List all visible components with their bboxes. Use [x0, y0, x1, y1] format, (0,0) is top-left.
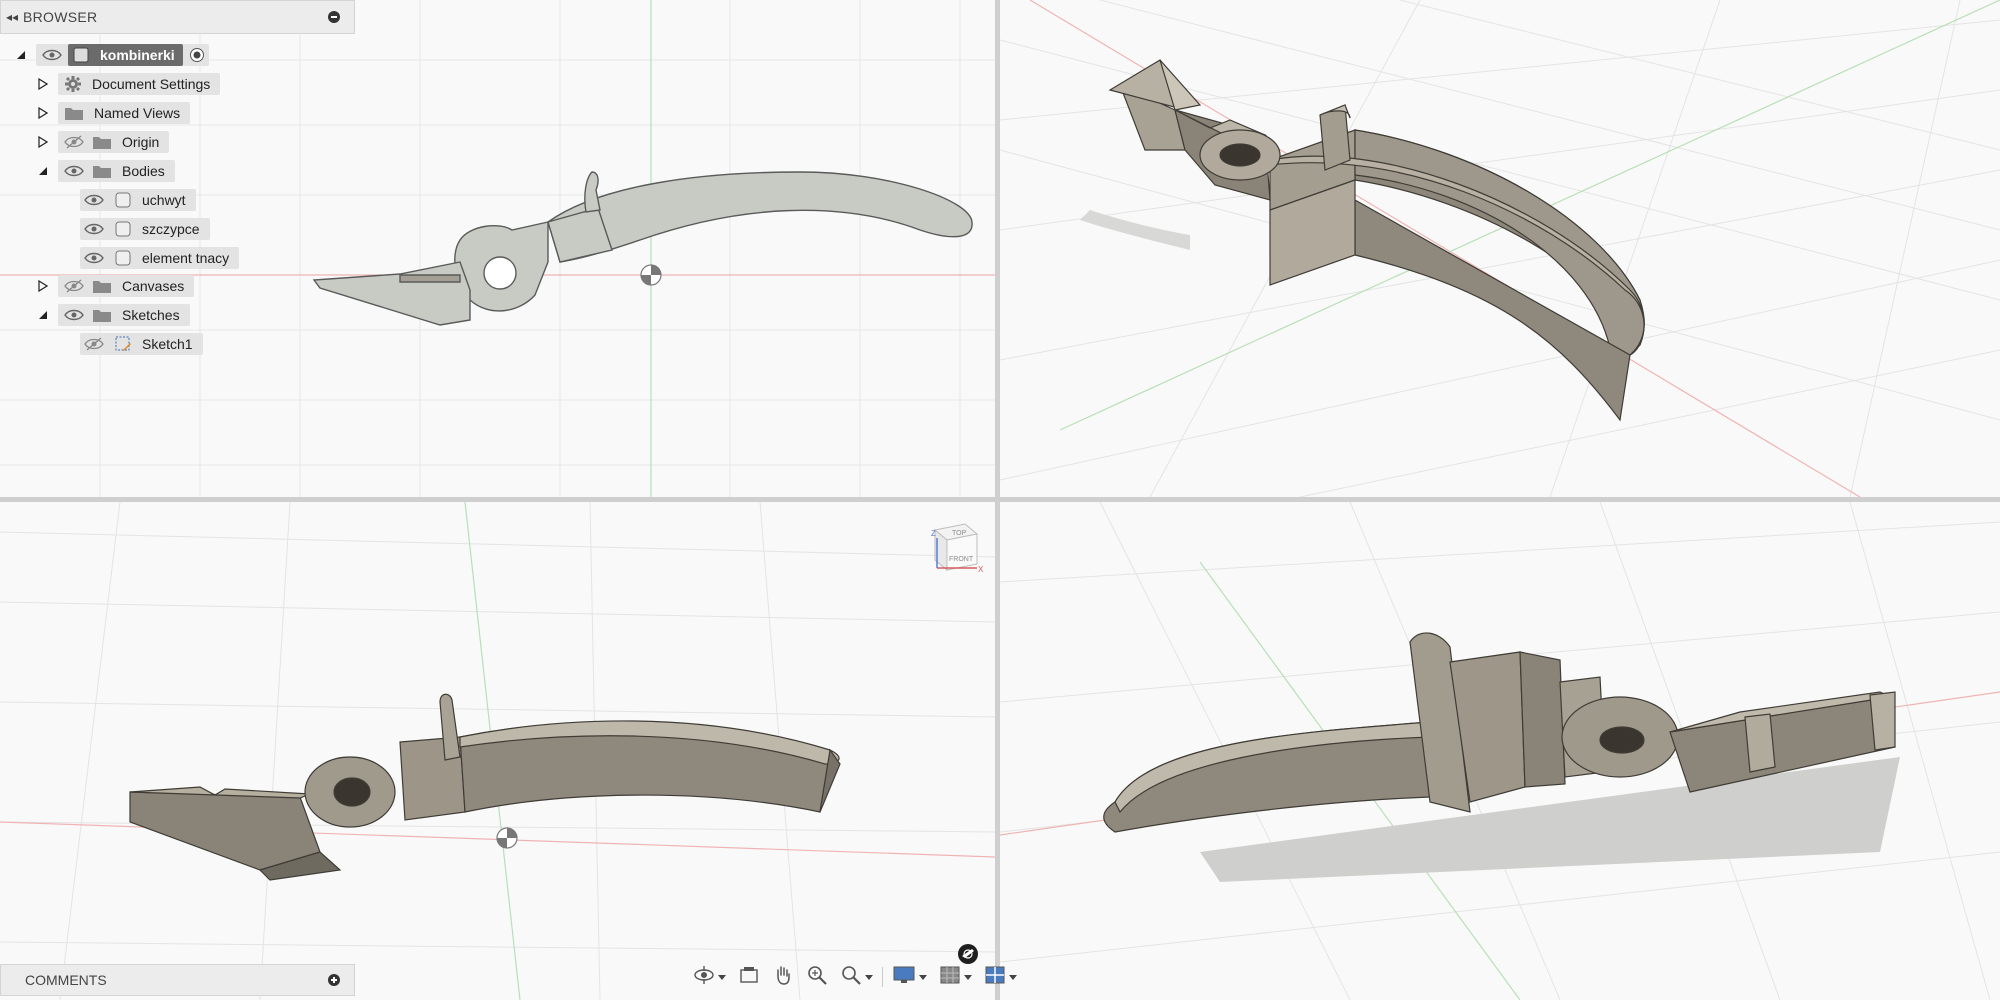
look-at-icon — [738, 964, 760, 991]
fit-icon — [840, 964, 862, 991]
expanded-triangle-icon[interactable] — [14, 48, 28, 62]
navigation-toolbar — [690, 961, 1020, 993]
tree-item-label: Named Views — [94, 105, 181, 121]
tree-item-label: Sketches — [122, 307, 180, 323]
expanded-triangle-icon[interactable] — [36, 308, 50, 322]
expanded-triangle-icon[interactable] — [36, 164, 50, 178]
look-at-button[interactable] — [735, 963, 763, 991]
visibility-eye-icon[interactable] — [84, 194, 104, 206]
folder-icon — [92, 134, 112, 150]
tree-item-sketch1[interactable]: Sketch1 — [80, 333, 203, 355]
minimize-browser-button[interactable] — [328, 11, 340, 23]
tree-item-document-settings[interactable]: Document Settings — [36, 73, 221, 95]
collapsed-triangle-icon[interactable] — [36, 279, 50, 293]
orbit-icon — [693, 964, 715, 991]
visibility-eye-icon[interactable] — [64, 165, 84, 177]
viewports-icon — [984, 964, 1006, 991]
origin-marker — [496, 827, 518, 849]
model-perspective-left — [129, 693, 841, 881]
activate-radio-icon[interactable] — [189, 47, 205, 63]
body-icon — [114, 249, 132, 267]
visibility-eye-icon[interactable] — [84, 223, 104, 235]
display-settings-button[interactable] — [889, 963, 930, 991]
visibility-eye-icon[interactable] — [42, 49, 62, 61]
viewcube-axis-x: X — [978, 565, 984, 574]
collapse-panel-icon[interactable]: ◂◂ — [1, 10, 23, 24]
collapsed-triangle-icon[interactable] — [36, 77, 50, 91]
tree-item-root[interactable]: kombinerki — [14, 44, 209, 66]
body-icon — [114, 191, 132, 209]
grid-settings-icon — [939, 964, 961, 991]
tree-item-label: Sketch1 — [142, 336, 193, 352]
viewport-isometric[interactable] — [1000, 0, 2000, 497]
viewports-button[interactable] — [981, 963, 1020, 991]
tree-item-label: element tnacy — [142, 250, 230, 266]
tree-item-label: kombinerki — [100, 47, 175, 63]
grid — [1000, 0, 2000, 497]
viewport-divider-vertical[interactable] — [995, 0, 1000, 1000]
model-isometric — [1080, 59, 1645, 422]
origin-marker — [640, 264, 662, 286]
tree-item-sketches[interactable]: Sketches — [36, 304, 190, 326]
view-cube[interactable]: TOP FRONT X Z — [925, 520, 985, 582]
tree-item-body-element-tnacy[interactable]: element tnacy — [80, 247, 240, 269]
folder-icon — [92, 307, 112, 323]
tree-item-bodies[interactable]: Bodies — [36, 160, 175, 182]
tree-item-label: szczypce — [142, 221, 200, 237]
viewcube-front-label: FRONT — [949, 556, 974, 563]
zoom-icon — [806, 964, 828, 991]
viewcube-axis-z: Z — [931, 529, 936, 538]
sketch-icon — [114, 335, 132, 353]
tree-item-label: Bodies — [122, 163, 165, 179]
display-settings-icon — [892, 964, 916, 991]
pan-button[interactable] — [769, 963, 797, 991]
hidden-eye-icon[interactable] — [84, 337, 104, 351]
folder-icon — [92, 163, 112, 179]
tree-item-body-szczypce[interactable]: szczypce — [80, 218, 210, 240]
tree-item-named-views[interactable]: Named Views — [36, 102, 191, 124]
hidden-eye-icon[interactable] — [64, 279, 84, 293]
tree-item-label: uchwyt — [142, 192, 186, 208]
fit-button[interactable] — [837, 963, 876, 991]
visibility-eye-icon[interactable] — [84, 252, 104, 264]
comments-panel: COMMENTS — [0, 964, 355, 996]
hidden-eye-icon[interactable] — [64, 135, 84, 149]
collapsed-triangle-icon[interactable] — [36, 135, 50, 149]
visibility-eye-icon[interactable] — [64, 309, 84, 321]
browser-header: ◂◂ BROWSER — [0, 0, 355, 34]
orbit-button[interactable] — [690, 963, 729, 991]
grid — [1000, 502, 2000, 1000]
add-comment-button[interactable] — [328, 974, 340, 986]
browser-title: BROWSER — [23, 9, 98, 25]
document-icon — [72, 47, 90, 63]
zoom-button[interactable] — [803, 963, 831, 991]
tree-item-canvases[interactable]: Canvases — [36, 275, 195, 297]
viewport-perspective-right[interactable] — [1000, 502, 2000, 1000]
browser-panel: ◂◂ BROWSER kombinerki Document Settings … — [0, 0, 355, 355]
tree-item-label: Canvases — [122, 278, 185, 294]
folder-icon — [92, 278, 112, 294]
pan-icon — [772, 964, 794, 991]
collapsed-triangle-icon[interactable] — [36, 106, 50, 120]
comments-title: COMMENTS — [25, 972, 107, 988]
viewcube-top-label: TOP — [952, 530, 967, 537]
body-icon — [114, 220, 132, 238]
grid-settings-button[interactable] — [936, 963, 975, 991]
viewport-perspective-left[interactable] — [0, 502, 995, 1000]
tree-item-label: Origin — [122, 134, 160, 150]
tree-item-body-uchwyt[interactable]: uchwyt — [80, 189, 196, 211]
viewport-divider-horizontal[interactable] — [0, 497, 2000, 502]
tree-item-label: Document Settings — [92, 76, 211, 92]
gear-icon — [64, 75, 82, 93]
grid — [0, 502, 995, 1000]
tree-item-origin[interactable]: Origin — [36, 131, 170, 153]
folder-icon — [64, 105, 84, 121]
